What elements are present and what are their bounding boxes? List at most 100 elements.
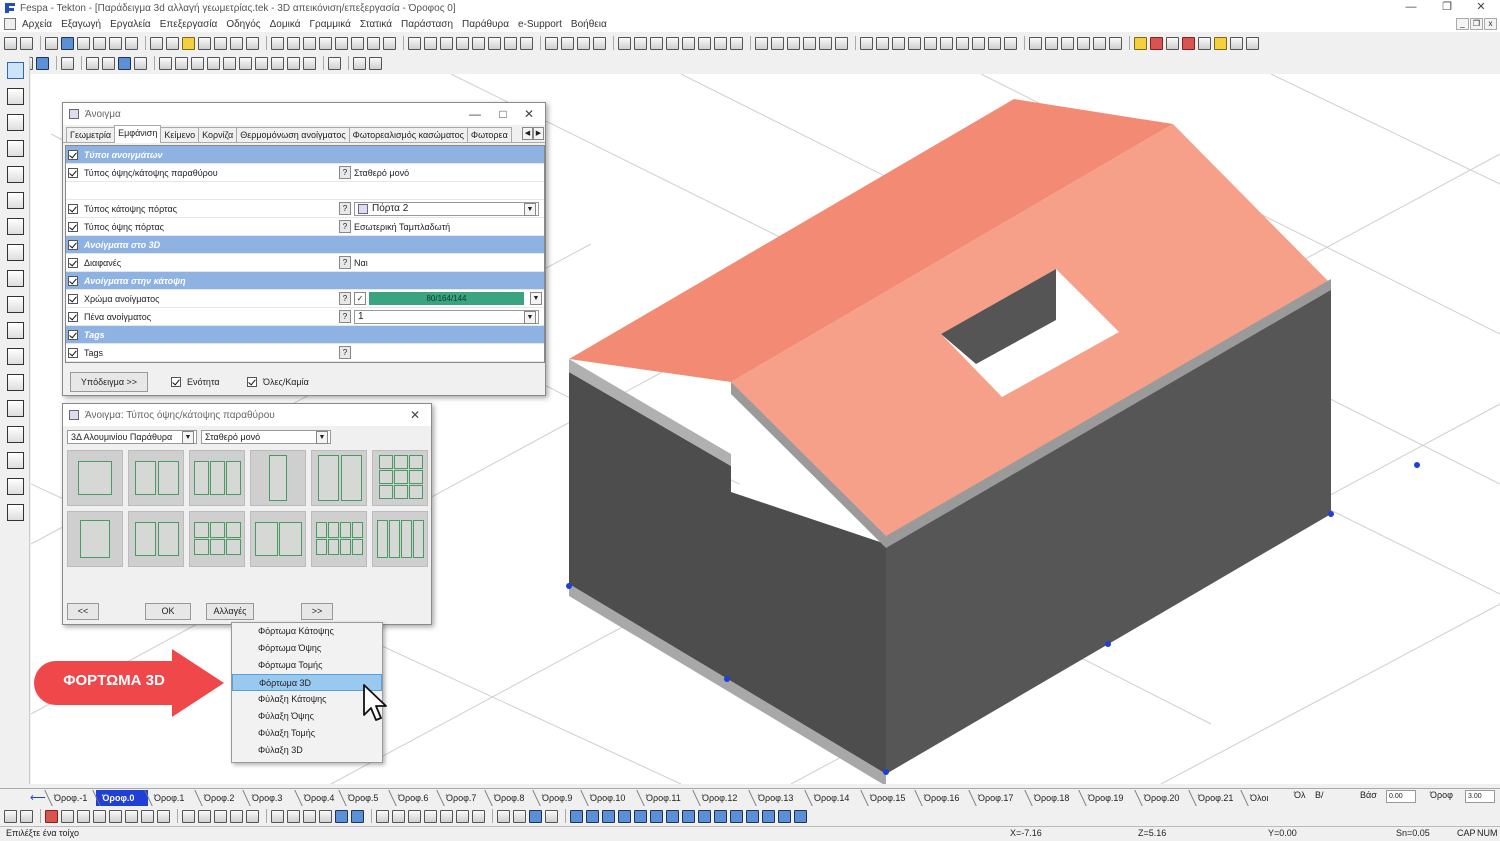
help-icon[interactable]: ? [339, 166, 351, 179]
toolbar-tool-icon[interactable] [650, 36, 663, 50]
toolbar-tool-icon[interactable] [698, 36, 711, 50]
roof-tool-icon[interactable] [7, 270, 24, 287]
toolbar-tool-icon[interactable] [1077, 36, 1090, 50]
toolbar-tool-icon[interactable] [634, 36, 647, 50]
toolbar-tool-icon[interactable] [134, 56, 147, 70]
property-checkbox[interactable] [68, 257, 78, 268]
toolbar-tool-icon[interactable] [618, 36, 631, 50]
toolbar-tool-icon[interactable] [730, 36, 743, 50]
menu-item[interactable]: Οδηγός [226, 19, 260, 30]
toolbar-tool-icon[interactable] [561, 36, 574, 50]
chevron-down-icon[interactable]: ▼ [530, 292, 542, 305]
type-select[interactable]: Σταθερό μονό ▼ [201, 430, 331, 444]
menu-item-load-elevation[interactable]: Φόρτωμα Όψης [232, 640, 382, 657]
toolbar-tool-icon[interactable] [246, 36, 259, 50]
toolbar-tool-icon[interactable] [303, 809, 316, 823]
menu-item-save-elevation[interactable]: Φύλαξη Όψης [232, 708, 382, 725]
toolbar-tool-icon[interactable] [488, 36, 501, 50]
floor-tab[interactable]: Όροφ.20 [1138, 790, 1192, 806]
toolbar-tool-icon[interactable] [456, 809, 469, 823]
toolbar-tool-icon[interactable] [246, 809, 259, 823]
floor-tab[interactable]: Όροφ.4 [298, 790, 342, 806]
template-button[interactable]: Υπόδειγμα >> [70, 372, 148, 392]
toolbar-tool-icon[interactable] [771, 36, 784, 50]
snap-tool-icon[interactable] [730, 809, 743, 823]
tab-thermal-insulation[interactable]: Θερμομόνωση ανοίγματος [236, 127, 350, 142]
menu-item[interactable]: Αρχεία [22, 19, 52, 30]
pencil-tool-icon[interactable] [7, 400, 24, 417]
toolbar-tool-icon[interactable] [472, 809, 485, 823]
toolbar-tool-icon[interactable] [353, 56, 366, 70]
toolbar-tool-icon[interactable] [255, 56, 268, 70]
toolbar-tool-icon[interactable] [424, 809, 437, 823]
toolbar-tool-icon[interactable] [545, 809, 558, 823]
toolbar-tool-icon[interactable] [1093, 36, 1106, 50]
toolbar-tool-icon[interactable] [1150, 36, 1163, 50]
beam-tool-icon[interactable] [7, 88, 24, 105]
menu-item[interactable]: Εξαγωγή [61, 19, 101, 30]
toolbar-tool-icon[interactable] [860, 36, 873, 50]
menu-item-load-plan[interactable]: Φόρτωμα Κάτοψης [232, 623, 382, 640]
toolbar-tool-icon[interactable] [287, 56, 300, 70]
toolbar-tool-icon[interactable] [61, 56, 74, 70]
snap-tool-icon[interactable] [778, 809, 791, 823]
floor-tab[interactable]: Όροφ.0 [96, 790, 148, 806]
toolbar-tool-icon[interactable] [504, 36, 517, 50]
window-thumbnail-single[interactable] [67, 450, 123, 506]
toolbar-tool-icon[interactable] [908, 36, 921, 50]
minimize-icon[interactable]: — [1392, 0, 1430, 16]
menu-item-save-3d[interactable]: Φύλαξη 3D [232, 742, 382, 759]
floor-tab[interactable]: Όροφ.1 [148, 790, 198, 806]
eyedropper-icon[interactable]: ✓ [354, 292, 366, 305]
tab-scroll-left-icon[interactable]: ◀ [522, 127, 533, 140]
window-thumbnail-grid[interactable] [372, 450, 428, 506]
toolbar-tool-icon[interactable] [109, 36, 122, 50]
toolbar-tool-icon[interactable] [271, 56, 284, 70]
toolbar-tool-icon[interactable] [1004, 36, 1017, 50]
toolbar-tool-icon[interactable] [207, 56, 220, 70]
toolbar-tool-icon[interactable] [1198, 36, 1211, 50]
window-thumbnail-tall-double[interactable] [311, 450, 367, 506]
help-icon[interactable]: ? [339, 202, 351, 215]
column-tool-icon[interactable] [7, 114, 24, 131]
snap-tool-icon[interactable] [634, 809, 647, 823]
node-point[interactable] [1328, 511, 1334, 517]
base-elevation-input[interactable]: 0.00 [1386, 790, 1416, 803]
toolbar-tool-icon[interactable] [102, 56, 115, 70]
node-point[interactable] [724, 676, 730, 682]
toolbar-tool-icon[interactable] [271, 36, 284, 50]
property-value[interactable]: Σταθερό μονό [354, 166, 409, 180]
tab-frame[interactable]: Κορνίζα [198, 127, 238, 142]
toolbar-tool-icon[interactable] [408, 809, 421, 823]
toolbar-tool-icon[interactable] [303, 56, 316, 70]
zoom-in-icon[interactable] [61, 809, 74, 823]
stair-tool-icon[interactable] [7, 244, 24, 261]
toolbar-tool-icon[interactable] [4, 36, 17, 50]
toolbar-tool-icon[interactable] [972, 36, 985, 50]
toolbar-tool-icon[interactable] [1214, 36, 1227, 50]
window-thumbnail-grid-2x4[interactable] [311, 511, 367, 567]
eyedropper-tool-icon[interactable] [7, 452, 24, 469]
toolbar-tool-icon[interactable] [755, 36, 768, 50]
chevron-down-icon[interactable]: ▼ [316, 431, 328, 444]
group-checkbox[interactable] [68, 239, 78, 250]
menu-item-save-plan[interactable]: Φύλαξη Κάτοψης [232, 691, 382, 708]
tab-photorealism-casing[interactable]: Φωτορεαλισμός κασώματος [348, 127, 468, 142]
property-value[interactable]: Εσωτερική Ταμπλαδωτή [354, 220, 450, 234]
window-thumbnail-grid-2x3[interactable] [189, 511, 245, 567]
toolbar-tool-icon[interactable] [1166, 36, 1179, 50]
floor-tab[interactable]: Όροφ.9 [536, 790, 584, 806]
toolbar-tool-icon[interactable] [577, 36, 590, 50]
toolbar-tool-icon[interactable] [150, 36, 163, 50]
snap-tool-icon[interactable] [746, 809, 759, 823]
window-thumbnail-triple[interactable] [189, 450, 245, 506]
node-point[interactable] [1414, 462, 1420, 468]
menu-item[interactable]: Γραμμικά [310, 19, 351, 30]
snap-tool-icon[interactable] [794, 809, 807, 823]
floor-tab[interactable]: Όροφ.7 [440, 790, 488, 806]
zoom-previous-icon[interactable] [109, 809, 122, 823]
help-icon[interactable]: ? [339, 256, 351, 269]
toolbar-tool-icon[interactable] [182, 36, 195, 50]
menu-item[interactable]: Επεξεργασία [160, 19, 218, 30]
arrow-left-icon[interactable]: ⟵ [30, 791, 46, 804]
